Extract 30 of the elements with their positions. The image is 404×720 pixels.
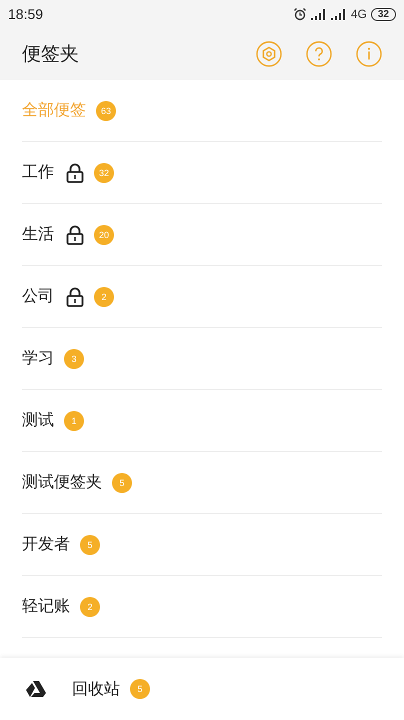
folder-item[interactable]: 开发者 <box>22 534 70 555</box>
count-badge: 3 <box>64 348 84 368</box>
count-badge: 2 <box>94 286 114 306</box>
network-type: 4G <box>350 7 367 21</box>
folder-item[interactable]: 生活 <box>22 224 54 245</box>
count-badge: 32 <box>94 162 114 182</box>
help-icon[interactable] <box>306 41 332 67</box>
triangle-logo-icon <box>26 681 46 697</box>
count-badge: 5 <box>112 472 132 492</box>
info-icon[interactable] <box>356 41 382 67</box>
alarm-icon <box>292 7 307 21</box>
count-badge: 2 <box>80 596 100 616</box>
folder-item[interactable]: 轻记账 <box>22 596 70 617</box>
trash-item[interactable]: 回收站 <box>72 678 120 700</box>
battery-indicator: 32 <box>370 8 396 20</box>
count-badge: 5 <box>130 679 150 699</box>
folder-item[interactable]: 工作 <box>22 162 54 183</box>
folder-item[interactable]: 测试便签夹 <box>22 472 102 493</box>
page-title: 便签夹 <box>22 42 79 67</box>
count-badge: 5 <box>80 534 100 554</box>
settings-icon[interactable] <box>256 41 282 67</box>
count-badge: 63 <box>96 100 116 120</box>
signal-icon <box>310 8 327 20</box>
count-badge: 20 <box>94 224 114 244</box>
folder-item[interactable]: 学习 <box>22 348 54 369</box>
count-badge: 1 <box>64 410 84 430</box>
folder-item[interactable]: 公司 <box>22 286 54 307</box>
clock-time: 18:59 <box>8 6 44 22</box>
signal-icon <box>330 8 347 20</box>
folder-item[interactable]: 测试 <box>22 410 54 431</box>
